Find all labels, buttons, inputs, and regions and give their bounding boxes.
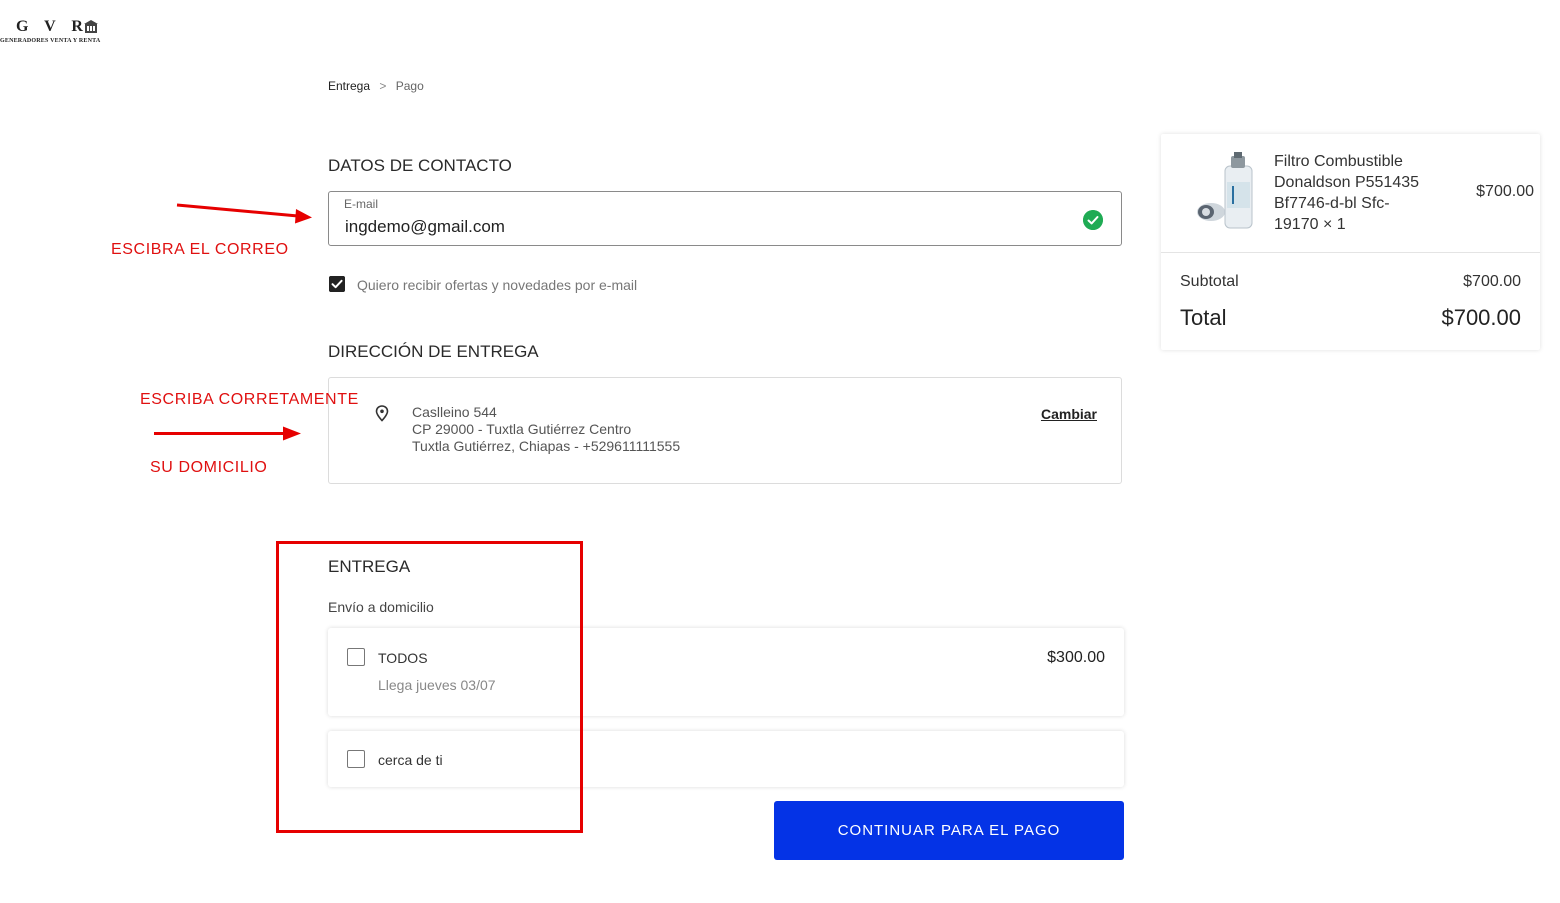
address-line-1: Caslleino 544 <box>412 404 497 420</box>
logo-tagline: GENERADORES VENTA Y RENTA <box>0 38 101 44</box>
logo-letters: G V R <box>16 18 89 35</box>
breadcrumb: Entrega > Pago <box>328 79 424 93</box>
email-hint-text: ESCIBRA EL CORREO <box>111 241 289 258</box>
email-field[interactable]: E-mail <box>328 191 1122 246</box>
arrow-email-annotation <box>176 203 312 224</box>
address-line-3: Tuxtla Gutiérrez, Chiapas - +52961111155… <box>412 438 681 454</box>
breadcrumb-next: Pago <box>395 79 424 93</box>
breadcrumb-current[interactable]: Entrega <box>328 79 370 93</box>
email-label: E-mail <box>344 197 379 211</box>
total-value: $700.00 <box>1441 305 1521 330</box>
product-price: $700.00 <box>1476 183 1534 200</box>
email-input[interactable] <box>345 217 1065 237</box>
address-title: DIRECCIÓN DE ENTREGA <box>328 342 539 361</box>
address-hint-text-2: SU DOMICILIO <box>150 459 268 476</box>
change-address-link[interactable]: Cambiar <box>1041 406 1097 422</box>
subtotal-label: Subtotal <box>1180 273 1239 290</box>
building-icon <box>84 20 98 33</box>
optin-label[interactable]: Quiero recibir ofertas y novedades por e… <box>357 277 637 293</box>
breadcrumb-separator: > <box>379 79 387 93</box>
product-name: Filtro Combustible Donaldson P551435 Bf7… <box>1274 153 1420 233</box>
address-line-2: CP 29000 - Tuxtla Gutiérrez Centro <box>412 421 632 437</box>
address-card: Caslleino 544 CP 29000 - Tuxtla Gutiérre… <box>328 377 1122 484</box>
optin-checkbox[interactable] <box>329 276 345 292</box>
continue-to-payment-button[interactable]: CONTINUAR PARA EL PAGO <box>774 801 1124 860</box>
shipping-option-price: $300.00 <box>1047 649 1105 666</box>
logo[interactable]: G V R GENERADORES VENTA Y RENTA <box>0 18 120 48</box>
contact-title: DATOS DE CONTACTO <box>328 156 512 175</box>
total-label: Total <box>1180 305 1227 330</box>
location-pin-icon <box>375 405 389 422</box>
product-image <box>1197 152 1253 229</box>
subtotal-value: $700.00 <box>1463 273 1521 290</box>
summary-divider <box>1161 252 1540 253</box>
order-summary: Filtro Combustible Donaldson P551435 Bf7… <box>1161 134 1540 350</box>
address-hint-text-1: ESCRIBA CORRETAMENTE <box>140 391 359 408</box>
arrow-address-annotation <box>154 426 301 441</box>
check-circle-icon <box>1083 210 1103 230</box>
delivery-highlight-box <box>276 541 583 833</box>
